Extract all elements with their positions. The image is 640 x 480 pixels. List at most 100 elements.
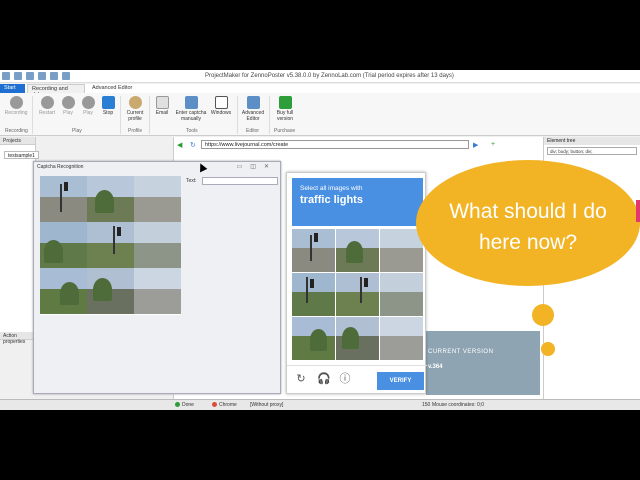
ribbon-separator xyxy=(269,96,270,134)
play-icon xyxy=(61,96,75,109)
recaptcha-footer: ↻ 🎧 ⓘ VERIFY xyxy=(287,365,427,395)
captcha-icon xyxy=(184,96,198,109)
current-version-band: CURRENT VERSION v.364 xyxy=(426,331,540,395)
window-title: ProjectMaker for ZennoPoster v5.38.0.0 b… xyxy=(205,73,454,79)
add-icon[interactable]: + xyxy=(491,141,495,148)
verify-button[interactable]: VERIFY xyxy=(377,372,424,390)
close-icon[interactable]: ✕ xyxy=(264,164,277,170)
settings-icon[interactable] xyxy=(62,72,70,80)
user-profile-icon xyxy=(128,96,142,109)
element-path-select[interactable]: div; body; button; div; xyxy=(547,147,637,155)
status-done-label: Done xyxy=(182,402,194,408)
captcha-text-input[interactable] xyxy=(202,177,278,185)
advanced-editor-button-label: Advanced Editor xyxy=(241,110,265,122)
refresh-icon[interactable]: ↻ xyxy=(295,373,307,385)
new-file-icon[interactable] xyxy=(2,72,10,80)
play-step-button-label: Play xyxy=(83,110,93,116)
enter-captcha-button[interactable]: Enter captcha manually xyxy=(175,96,207,122)
speech-bubble-text: What should I do here now? xyxy=(449,200,607,254)
recaptcha-tile[interactable] xyxy=(292,317,335,360)
speech-bubble: What should I do here now? xyxy=(416,160,640,286)
recaptcha-tile[interactable] xyxy=(380,317,423,360)
refresh-page-icon[interactable]: ↻ xyxy=(190,141,196,149)
captcha-tile[interactable] xyxy=(134,222,181,268)
status-zoom: 150 xyxy=(422,402,431,408)
go-arrow-icon[interactable]: ▶ xyxy=(473,141,478,149)
open-file-icon[interactable] xyxy=(14,72,22,80)
group-label-tools: Tools xyxy=(186,128,198,134)
current-version-label: CURRENT VERSION xyxy=(428,349,494,355)
advanced-editor-button[interactable]: Advanced Editor xyxy=(239,96,267,122)
tab-start[interactable]: Start xyxy=(0,84,25,93)
windows-button-label: Windows xyxy=(210,110,232,116)
recaptcha-tile[interactable] xyxy=(292,273,335,316)
element-tree-title: Element tree xyxy=(544,137,640,145)
recaptcha-tile[interactable] xyxy=(336,229,379,272)
tab-advanced-editor[interactable]: Advanced Editor xyxy=(88,84,138,93)
recaptcha-image-grid xyxy=(292,229,423,360)
restore-icon[interactable]: ◫ xyxy=(250,164,264,170)
status-done: Done xyxy=(175,402,194,408)
status-browser: Chrome xyxy=(212,402,237,408)
recaptcha-tile[interactable] xyxy=(380,273,423,316)
dollar-icon xyxy=(278,96,292,109)
captcha-tile[interactable] xyxy=(87,222,134,268)
captcha-tile[interactable] xyxy=(40,268,87,314)
projects-panel-title: Projects xyxy=(0,137,35,145)
ribbon: Recording Recording Restart Play Play St… xyxy=(0,93,640,136)
ribbon-tabs: Start Recording and debug Advanced Edito… xyxy=(0,84,640,98)
captcha-tile[interactable] xyxy=(87,268,134,314)
project-tab[interactable]: testsample1 xyxy=(4,151,39,159)
undo-icon[interactable] xyxy=(38,72,46,80)
recaptcha-tile[interactable] xyxy=(380,229,423,272)
captcha-tile[interactable] xyxy=(40,176,87,222)
captcha-tile[interactable] xyxy=(40,222,87,268)
captcha-tile[interactable] xyxy=(134,268,181,314)
quick-access-toolbar xyxy=(2,72,70,80)
save-icon[interactable] xyxy=(26,72,34,80)
status-ok-icon xyxy=(175,402,180,408)
captcha-recognition-window: Captcha Recognition ▭◫✕ Text: xyxy=(33,161,281,394)
ribbon-separator xyxy=(237,96,238,134)
title-bar: ProjectMaker for ZennoPoster v5.38.0.0 b… xyxy=(0,70,640,83)
info-icon[interactable]: ⓘ xyxy=(339,373,351,385)
redo-icon[interactable] xyxy=(50,72,58,80)
captcha-tile[interactable] xyxy=(134,176,181,222)
recaptcha-target: traffic lights xyxy=(300,194,363,206)
captcha-tile[interactable] xyxy=(87,176,134,222)
current-profile-button[interactable]: Current profile xyxy=(121,96,149,122)
email-button-label: Email xyxy=(155,110,169,116)
tab-recording-and-debug[interactable]: Recording and debug xyxy=(27,84,85,98)
restart-icon xyxy=(40,96,54,109)
restart-button-label: Restart xyxy=(38,110,56,116)
status-bar: Done Chrome [Without proxy] 150 Mouse co… xyxy=(0,399,640,410)
recording-button[interactable]: Recording xyxy=(2,96,30,116)
thought-dot xyxy=(532,304,554,326)
headphones-icon[interactable]: 🎧 xyxy=(317,373,331,385)
stop-icon xyxy=(101,96,115,109)
thought-dot xyxy=(541,342,555,356)
stop-button[interactable]: Stop xyxy=(94,96,122,116)
current-profile-button-label: Current profile xyxy=(126,110,144,122)
recording-button-label: Recording xyxy=(4,110,28,116)
stop-button-label: Stop xyxy=(102,110,114,116)
captcha-text-label: Text: xyxy=(186,178,197,184)
recaptcha-tile[interactable] xyxy=(336,273,379,316)
enter-captcha-button-label: Enter captcha manually xyxy=(175,110,207,122)
status-proxy: [Without proxy] xyxy=(250,402,284,408)
recaptcha-tile[interactable] xyxy=(292,229,335,272)
group-label-recording: Recording xyxy=(5,128,28,134)
status-mouse-coordinates: Mouse coordinates: 0;0 xyxy=(432,402,484,408)
version-number: v.364 xyxy=(428,364,443,370)
captcha-image-grid xyxy=(40,176,181,315)
play-step-icon xyxy=(81,96,95,109)
back-arrow-icon[interactable]: ◀ xyxy=(177,141,182,149)
recaptcha-tile[interactable] xyxy=(336,317,379,360)
buy-full-version-button-label: Buy full version xyxy=(276,110,294,122)
edge-marker xyxy=(636,200,640,222)
email-button[interactable]: Email xyxy=(148,96,176,116)
minimize-icon[interactable]: ▭ xyxy=(237,164,251,170)
windows-button[interactable]: Windows xyxy=(207,96,235,116)
buy-full-version-button[interactable]: Buy full version xyxy=(271,96,299,122)
url-input[interactable]: https://www.livejournal.com/create xyxy=(201,140,469,149)
